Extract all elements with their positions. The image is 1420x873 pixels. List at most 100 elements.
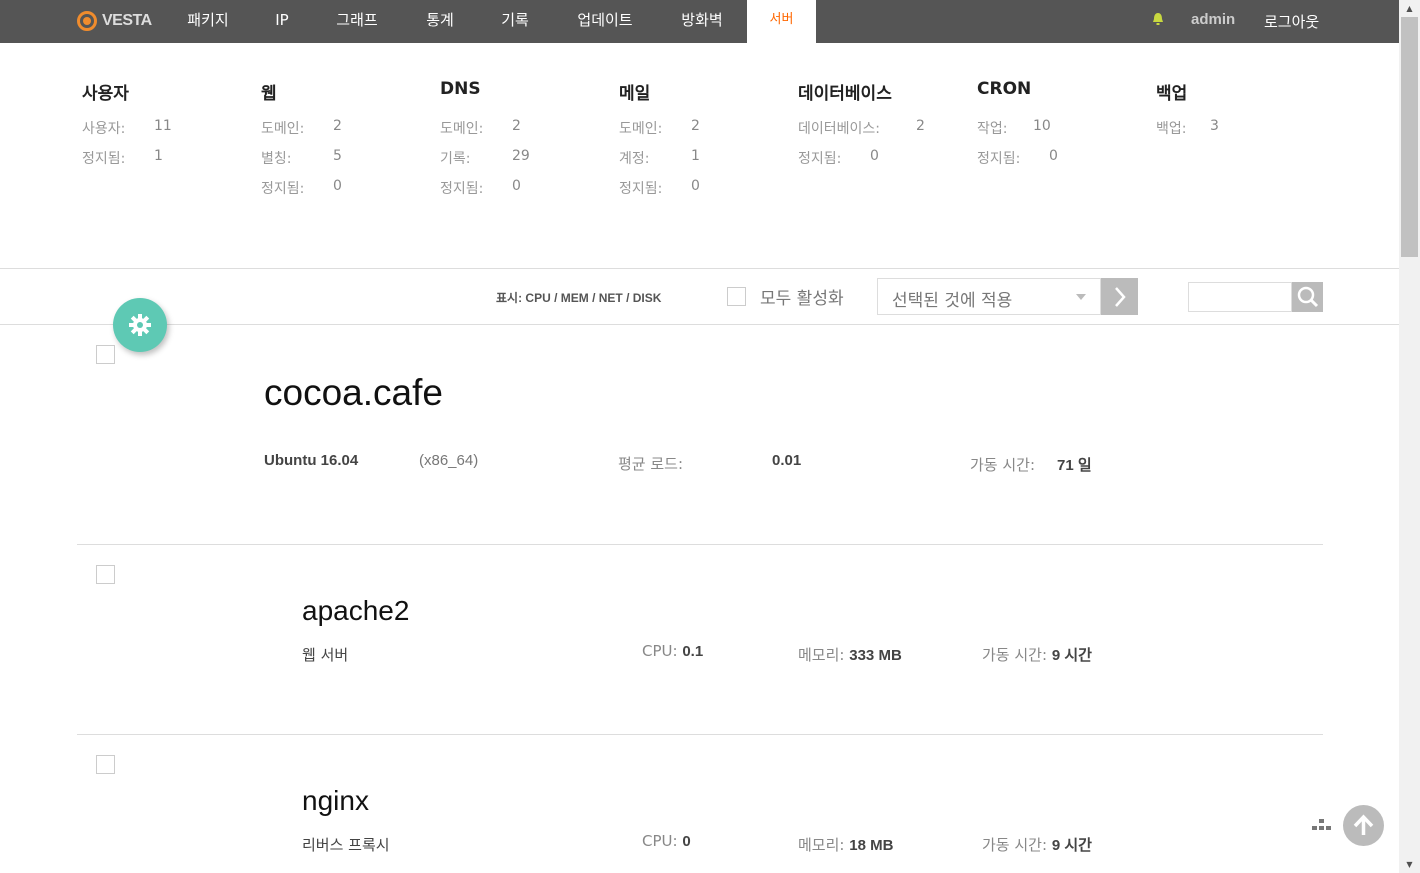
stat-label: 정지됨:	[798, 151, 842, 167]
stat-label: 정지됨:	[261, 181, 305, 197]
stat-label: 정지됨:	[619, 181, 663, 197]
memory-value: 18 MB	[849, 837, 894, 854]
stat-label: 도메인:	[261, 121, 305, 137]
divider	[77, 734, 1323, 735]
logo-ring-icon	[77, 11, 97, 31]
stat-title[interactable]: 데이터베이스	[798, 79, 973, 104]
server-os: Ubuntu 16.04	[264, 452, 359, 469]
logo-text: VESTA	[102, 12, 152, 29]
uptime-label: 가동 시간:	[982, 646, 1048, 664]
apply-button[interactable]	[1101, 278, 1138, 315]
stat-row: 별칭: 5	[261, 148, 436, 178]
stat-value: 2	[333, 118, 342, 134]
chevron-right-icon	[1114, 287, 1126, 307]
service-uptime: 가동 시간: 9 시간	[982, 834, 1092, 855]
service-cpu: CPU: 0	[642, 832, 691, 850]
stat-label: 정지됨:	[440, 181, 484, 197]
service-cpu: CPU: 0.1	[642, 642, 703, 660]
nav-item-updates[interactable]: 업데이트	[562, 0, 648, 43]
page-scrollbar[interactable]: ▲ ▼	[1399, 0, 1420, 873]
memory-value: 333 MB	[849, 647, 902, 664]
search-button[interactable]	[1292, 282, 1323, 312]
cpu-label: CPU:	[642, 642, 678, 660]
service-name: apache2	[302, 595, 410, 626]
scroll-up-arrow-icon[interactable]: ▲	[1399, 0, 1420, 17]
stat-row: 기록: 29	[440, 148, 615, 178]
stat-row: 사용자: 11	[82, 118, 257, 148]
server-arch: (x86_64)	[419, 452, 479, 469]
service-memory: 메모리: 18 MB	[798, 834, 893, 855]
top-navigation-bar: VESTA 패키지 IP 그래프 통계 기록 업데이트 방화벽 서버 admin…	[0, 0, 1399, 43]
stat-value: 0	[333, 178, 342, 194]
stat-row: 정지됨: 1	[82, 148, 257, 178]
stat-title[interactable]: 백업	[1156, 79, 1331, 104]
toggle-all-label[interactable]: 모두 활성화	[760, 284, 844, 309]
stats-mail: 메일 도메인: 2 계정: 1 정지됨: 0	[619, 79, 794, 208]
service-memory: 메모리: 333 MB	[798, 644, 902, 665]
stat-value: 1	[691, 148, 700, 164]
stat-row: 데이터베이스: 2	[798, 118, 973, 148]
stat-title[interactable]: 메일	[619, 79, 794, 104]
service-row-checkbox[interactable]	[96, 755, 115, 774]
scroll-to-top-button[interactable]	[1343, 805, 1384, 846]
load-average-label: 평균 로드:	[618, 455, 684, 473]
vesta-logo[interactable]: VESTA	[77, 9, 152, 33]
nav-item-ip[interactable]: IP	[260, 0, 304, 43]
stat-row: 도메인: 2	[261, 118, 436, 148]
logout-link[interactable]: 로그아웃	[1264, 11, 1319, 32]
stat-row: 정지됨: 0	[261, 178, 436, 208]
service-description: 리버스 프록시	[302, 836, 390, 854]
scroll-thumb[interactable]	[1401, 17, 1418, 257]
stat-title[interactable]: 웹	[261, 79, 436, 104]
stat-value: 0	[691, 178, 700, 194]
nav-item-packages[interactable]: 패키지	[172, 0, 244, 43]
stat-label: 백업:	[1156, 121, 1187, 137]
shortcuts-dots-icon[interactable]	[1310, 818, 1334, 834]
stat-value: 10	[1033, 118, 1051, 134]
nav-item-graphs[interactable]: 그래프	[322, 0, 392, 43]
uptime-value: 9 시간	[1051, 837, 1092, 854]
bell-icon[interactable]	[1152, 12, 1164, 26]
divider	[77, 544, 1323, 545]
settings-button[interactable]	[113, 298, 167, 352]
stat-row: 정지됨: 0	[440, 178, 615, 208]
stat-label: 작업:	[977, 121, 1008, 137]
service-name: nginx	[302, 785, 369, 816]
bulk-action-select[interactable]: 선택된 것에 적용	[877, 278, 1101, 315]
gear-icon	[129, 314, 151, 336]
stat-value: 29	[512, 148, 530, 164]
stat-row: 도메인: 2	[440, 118, 615, 148]
scroll-down-arrow-icon[interactable]: ▼	[1399, 856, 1420, 873]
stats-cron: CRON 작업: 10 정지됨: 0	[977, 79, 1152, 178]
nav-item-log[interactable]: 기록	[487, 0, 543, 43]
server-row-checkbox[interactable]	[96, 345, 115, 364]
search-input[interactable]	[1188, 282, 1292, 312]
memory-label: 메모리:	[798, 836, 845, 854]
nav-item-server[interactable]: 서버	[747, 0, 816, 43]
service-row-checkbox[interactable]	[96, 565, 115, 584]
toggle-all-checkbox[interactable]	[727, 287, 746, 306]
display-options[interactable]: 표시: CPU / MEM / NET / DISK	[496, 289, 661, 306]
stat-title[interactable]: 사용자	[82, 79, 257, 104]
divider	[0, 324, 1399, 325]
nav-item-firewall[interactable]: 방화벽	[665, 0, 739, 43]
stat-value: 2	[691, 118, 700, 134]
stats-backups: 백업 백업: 3	[1156, 79, 1331, 148]
stat-value: 2	[512, 118, 521, 134]
stat-value: 1	[154, 148, 163, 164]
stat-value: 0	[870, 148, 879, 164]
stat-label: 계정:	[619, 151, 650, 167]
nav-item-statistics[interactable]: 통계	[412, 0, 468, 43]
stat-value: 0	[1049, 148, 1058, 164]
arrow-up-icon	[1353, 814, 1374, 835]
stats-users: 사용자 사용자: 11 정지됨: 1	[82, 79, 257, 178]
stat-value: 2	[916, 118, 925, 134]
user-link[interactable]: admin	[1191, 11, 1235, 28]
stat-label: 데이터베이스:	[798, 121, 880, 137]
stat-title[interactable]: CRON	[977, 79, 1152, 104]
cpu-value: 0.1	[682, 643, 704, 660]
stats-databases: 데이터베이스 데이터베이스: 2 정지됨: 0	[798, 79, 973, 178]
uptime-value: 9 시간	[1051, 647, 1092, 664]
stat-title[interactable]: DNS	[440, 79, 615, 104]
stat-row: 도메인: 2	[619, 118, 794, 148]
